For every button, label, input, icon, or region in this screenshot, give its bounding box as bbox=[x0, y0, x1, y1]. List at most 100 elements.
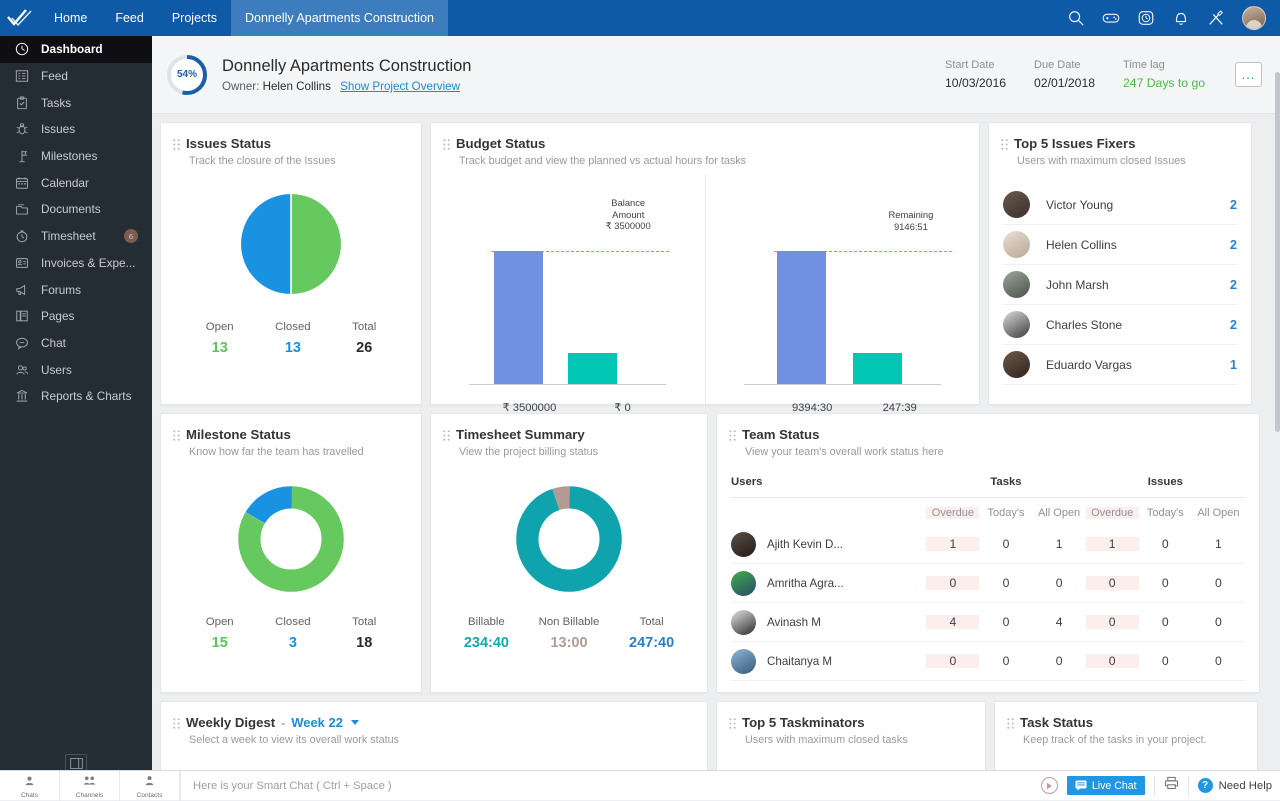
dashboard-row-3: Weekly Digest - Week 22 Select a week to… bbox=[160, 701, 1272, 770]
need-help-button[interactable]: ? Need Help bbox=[1198, 778, 1272, 793]
table-row[interactable]: Avinash M 4 0 4 0 0 0 bbox=[731, 603, 1245, 642]
budget-hours-chart[interactable]: Remaining 9146:51 9394:30 P bbox=[705, 175, 980, 447]
bar-actual[interactable] bbox=[853, 353, 902, 384]
widget-description: Know how far the team has travelled bbox=[189, 446, 421, 458]
sidebar-item-milestones[interactable]: Milestones bbox=[0, 143, 152, 170]
search-icon[interactable] bbox=[1067, 9, 1085, 27]
cell-tasks-today: 0 bbox=[979, 615, 1032, 629]
list-item[interactable]: John Marsh 2 bbox=[1003, 265, 1237, 305]
stat-value: 26 bbox=[352, 340, 376, 356]
issues-pie-chart[interactable] bbox=[161, 189, 421, 299]
milestone-donut-chart[interactable] bbox=[161, 484, 421, 594]
column-header-issues: Issues bbox=[1086, 476, 1245, 488]
tasks-icon bbox=[14, 95, 30, 111]
topnav-item-current-project[interactable]: Donnelly Apartments Construction bbox=[231, 0, 448, 36]
game-controller-icon[interactable] bbox=[1102, 9, 1120, 27]
drag-handle-icon[interactable] bbox=[1007, 717, 1014, 728]
cell-issues-overdue: 0 bbox=[1086, 576, 1139, 590]
tools-icon[interactable] bbox=[1207, 9, 1225, 27]
table-row[interactable]: Amritha Agra... 0 0 0 0 0 0 bbox=[731, 564, 1245, 603]
dock-item-chats[interactable]: Chats bbox=[0, 771, 60, 801]
table-row[interactable]: Chaitanya M 0 0 0 0 0 0 bbox=[731, 642, 1245, 681]
drag-handle-icon[interactable] bbox=[729, 717, 736, 728]
live-chat-button[interactable]: Live Chat bbox=[1067, 776, 1145, 795]
stat-label: Open bbox=[206, 616, 234, 628]
subheader-issues-allopen: All Open bbox=[1192, 507, 1245, 519]
drag-handle-icon[interactable] bbox=[443, 429, 450, 440]
stat-label: Billable bbox=[464, 616, 509, 628]
bar-budget[interactable] bbox=[494, 251, 543, 384]
widget-description: Track budget and view the planned vs act… bbox=[459, 155, 979, 167]
widget-title: Top 5 Issues Fixers bbox=[1014, 136, 1135, 151]
vertical-scrollbar[interactable] bbox=[1275, 72, 1280, 432]
sidebar-item-timesheet[interactable]: Timesheet 6 bbox=[0, 223, 152, 250]
widget-header: Top 5 Taskminators Users with maximum cl… bbox=[717, 702, 985, 746]
list-item[interactable]: Victor Young 2 bbox=[1003, 185, 1237, 225]
topnav-item-feed[interactable]: Feed bbox=[101, 0, 158, 36]
table-row[interactable]: Ajith Kevin D... 1 0 1 1 0 1 bbox=[731, 525, 1245, 564]
stat-non-billable: Non Billable 13:00 bbox=[539, 616, 600, 651]
week-selector-value[interactable]: Week 22 bbox=[291, 715, 343, 730]
sidebar-item-reports-charts[interactable]: Reports & Charts bbox=[0, 383, 152, 410]
progress-percent: 54% bbox=[166, 54, 208, 96]
timer-icon[interactable] bbox=[1137, 9, 1155, 27]
sidebar-item-forums[interactable]: Forums bbox=[0, 276, 152, 303]
more-options-button[interactable]: ... bbox=[1235, 62, 1262, 87]
topnav-item-home[interactable]: Home bbox=[40, 0, 101, 36]
show-project-overview-link[interactable]: Show Project Overview bbox=[340, 80, 460, 93]
widget-header: Team Status View your team's overall wor… bbox=[717, 414, 1259, 458]
fixers-list: Victor Young 2 Helen Collins 2 John Mars… bbox=[989, 185, 1251, 385]
team-status-table: Users Tasks Issues Overdue Today's All O… bbox=[731, 476, 1245, 681]
drag-handle-icon[interactable] bbox=[443, 138, 450, 149]
dock-item-channels[interactable]: Channels bbox=[60, 771, 120, 801]
sidebar-item-label: Pages bbox=[41, 309, 74, 323]
sidebar-item-users[interactable]: Users bbox=[0, 356, 152, 383]
bell-icon[interactable] bbox=[1172, 9, 1190, 27]
sidebar-item-calendar[interactable]: Calendar bbox=[0, 169, 152, 196]
question-mark-icon: ? bbox=[1198, 778, 1213, 793]
sidebar-item-invoices-expenses[interactable]: Invoices & Expe... bbox=[0, 250, 152, 277]
issues-stats: Open 13 Closed 13 Total 26 bbox=[161, 321, 421, 356]
list-item[interactable]: Helen Collins 2 bbox=[1003, 225, 1237, 265]
sidebar-item-issues[interactable]: Issues bbox=[0, 116, 152, 143]
smart-chat-input[interactable]: Here is your Smart Chat ( Ctrl + Space ) bbox=[180, 771, 1041, 801]
cell-tasks-allopen: 0 bbox=[1033, 654, 1086, 668]
avatar[interactable] bbox=[1242, 6, 1266, 30]
printer-icon[interactable] bbox=[1164, 776, 1179, 795]
chevron-down-icon[interactable] bbox=[351, 720, 359, 725]
list-item[interactable]: Charles Stone 2 bbox=[1003, 305, 1237, 345]
calendar-icon bbox=[14, 175, 30, 191]
budget-amount-chart[interactable]: Balance Amount ₹ 3500000 ₹ 35 bbox=[431, 175, 705, 447]
sidebar-item-pages[interactable]: Pages bbox=[0, 303, 152, 330]
topnav-item-projects[interactable]: Projects bbox=[158, 0, 231, 36]
sidebar-item-label: Users bbox=[41, 363, 72, 377]
start-date-label: Start Date bbox=[945, 59, 1006, 71]
drag-handle-icon[interactable] bbox=[729, 429, 736, 440]
play-icon[interactable] bbox=[1041, 777, 1058, 794]
stat-value: 13:00 bbox=[539, 635, 600, 651]
sidebar-item-feed[interactable]: Feed bbox=[0, 63, 152, 90]
user-name: Avinash M bbox=[767, 616, 821, 629]
stat-label: Total bbox=[352, 321, 376, 333]
drag-handle-icon[interactable] bbox=[173, 717, 180, 728]
sidebar-item-documents[interactable]: Documents bbox=[0, 196, 152, 223]
axis-baseline bbox=[744, 384, 941, 385]
widget-description: Keep track of the tasks in your project. bbox=[1023, 734, 1257, 746]
fixer-name: Eduardo Vargas bbox=[1046, 358, 1132, 372]
sidebar-item-label: Calendar bbox=[41, 176, 89, 190]
drag-handle-icon[interactable] bbox=[173, 138, 180, 149]
sidebar-item-dashboard[interactable]: Dashboard bbox=[0, 36, 152, 63]
widget-issues-status: Issues Status Track the closure of the I… bbox=[160, 122, 422, 405]
drag-handle-icon[interactable] bbox=[173, 429, 180, 440]
list-item[interactable]: Eduardo Vargas 1 bbox=[1003, 345, 1237, 385]
dock-item-contacts[interactable]: Contacts bbox=[120, 771, 180, 801]
drag-handle-icon[interactable] bbox=[1001, 138, 1008, 149]
sidebar-item-tasks[interactable]: Tasks bbox=[0, 89, 152, 116]
timesheet-donut-chart[interactable] bbox=[431, 484, 707, 594]
stat-total: Total 26 bbox=[352, 321, 376, 356]
sidebar-item-chat[interactable]: Chat bbox=[0, 330, 152, 357]
bar-expended[interactable] bbox=[568, 353, 617, 384]
fixer-count: 2 bbox=[1230, 318, 1237, 332]
zoho-projects-logo[interactable] bbox=[0, 8, 40, 28]
bar-planned[interactable] bbox=[777, 251, 826, 384]
